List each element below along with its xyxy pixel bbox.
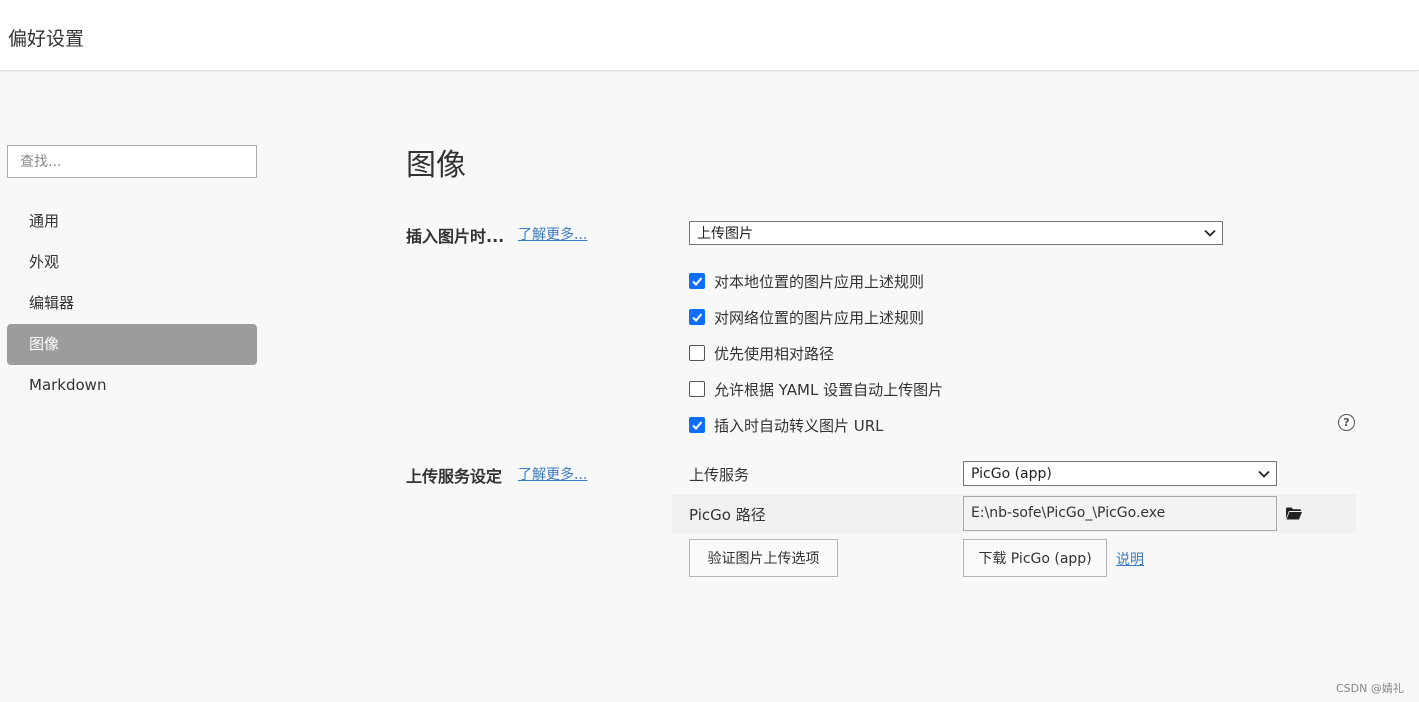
upload-learn-more-link[interactable]: 了解更多...	[518, 464, 587, 484]
upload-service-select[interactable]: PicGo (app)	[963, 461, 1277, 486]
option-yaml-upload[interactable]: 允许根据 YAML 设置自动上传图片	[689, 378, 943, 400]
watermark: CSDN @婧礼	[1336, 682, 1404, 695]
sidebar-item-editor[interactable]: 编辑器	[7, 283, 257, 324]
download-picgo-button[interactable]: 下载 PicGo (app)	[963, 539, 1107, 577]
checkbox-checked[interactable]	[689, 273, 705, 289]
chevron-down-icon	[1204, 229, 1216, 237]
check-icon	[692, 421, 703, 430]
page-title: 图像	[406, 148, 466, 183]
search-input[interactable]	[7, 145, 257, 178]
insert-action-value: 上传图片	[697, 226, 753, 242]
picgo-path-label: PicGo 路径	[689, 506, 766, 524]
option-label: 对网络位置的图片应用上述规则	[714, 308, 925, 327]
option-label: 插入时自动转义图片 URL	[714, 416, 884, 435]
question-circle-icon[interactable]: ?	[1338, 414, 1355, 431]
checkbox-unchecked[interactable]	[689, 345, 705, 361]
sidebar-item-image[interactable]: 图像	[7, 324, 257, 365]
option-label: 优先使用相对路径	[714, 344, 835, 363]
insert-section-label: 插入图片时...	[406, 227, 505, 246]
folder-icon[interactable]	[1286, 507, 1302, 520]
upload-service-label: 上传服务	[689, 466, 750, 484]
insert-learn-more-link[interactable]: 了解更多...	[518, 224, 587, 244]
picgo-path-input[interactable]: E:\nb-sofe\PicGo_\PicGo.exe	[963, 496, 1277, 531]
check-icon	[692, 313, 703, 322]
option-network-images[interactable]: 对网络位置的图片应用上述规则	[689, 306, 924, 328]
window-title: 偏好设置	[8, 28, 85, 50]
sidebar-item-markdown[interactable]: Markdown	[7, 365, 257, 406]
chevron-down-icon	[1258, 470, 1270, 478]
option-escape-url[interactable]: 插入时自动转义图片 URL	[689, 414, 884, 436]
checkbox-checked[interactable]	[689, 417, 705, 433]
insert-action-select[interactable]: 上传图片	[689, 221, 1223, 245]
upload-section-label: 上传服务设定	[406, 467, 503, 486]
upload-service-value: PicGo (app)	[971, 465, 1052, 482]
check-icon	[692, 277, 703, 286]
checkbox-unchecked[interactable]	[689, 381, 705, 397]
explain-link[interactable]: 说明	[1116, 549, 1144, 569]
sidebar-item-general[interactable]: 通用	[7, 201, 257, 242]
verify-upload-button[interactable]: 验证图片上传选项	[689, 539, 838, 577]
option-relative-path[interactable]: 优先使用相对路径	[689, 342, 834, 364]
checkbox-checked[interactable]	[689, 309, 705, 325]
title-bar: 偏好设置	[0, 0, 1419, 71]
option-local-images[interactable]: 对本地位置的图片应用上述规则	[689, 270, 924, 292]
sidebar-item-appearance[interactable]: 外观	[7, 242, 257, 283]
option-label: 允许根据 YAML 设置自动上传图片	[714, 380, 944, 399]
option-label: 对本地位置的图片应用上述规则	[714, 272, 925, 291]
